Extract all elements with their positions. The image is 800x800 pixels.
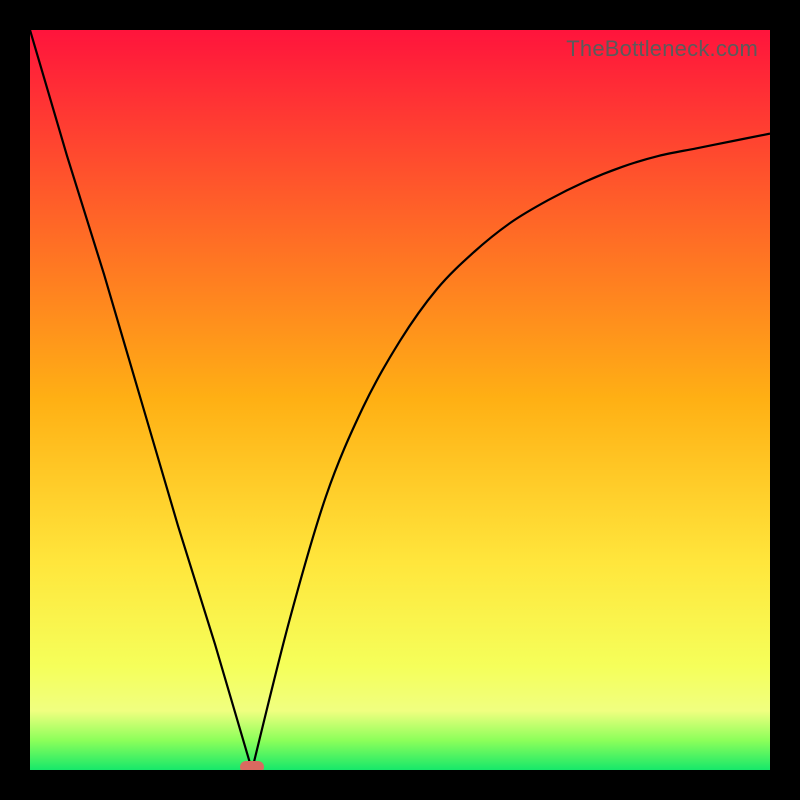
bottleneck-curve (30, 30, 770, 770)
chart-frame: TheBottleneck.com (0, 0, 800, 800)
optimum-marker (240, 761, 264, 770)
watermark-text: TheBottleneck.com (566, 36, 758, 62)
plot-area: TheBottleneck.com (30, 30, 770, 770)
